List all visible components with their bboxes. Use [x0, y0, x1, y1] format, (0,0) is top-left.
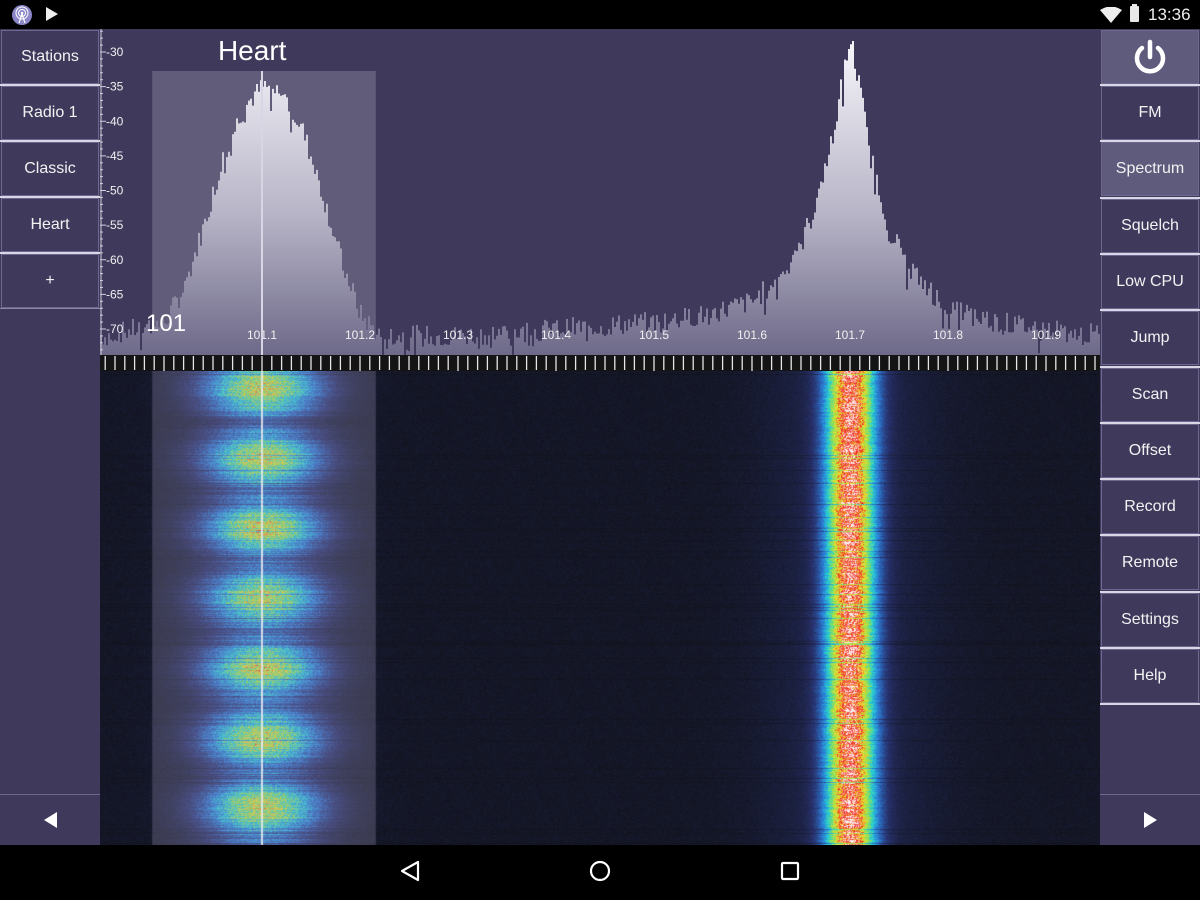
- station-panel: Stations Radio 1 Classic Heart +: [0, 29, 100, 845]
- next-button[interactable]: [1100, 794, 1200, 845]
- y-tick-label: -50: [106, 184, 124, 198]
- divider: [1100, 309, 1200, 312]
- x-tick-label: 101.6: [737, 328, 767, 342]
- spectrum-view[interactable]: -30-35-40-45-50-55-60-65-70 101.1101.210…: [100, 29, 1100, 355]
- divider: [1100, 534, 1200, 537]
- station-radio-1[interactable]: Radio 1: [1, 86, 99, 140]
- band-label: 101: [146, 310, 186, 337]
- control-panel: FM Spectrum Squelch Low CPU Jump Scan Offset Re…: [1100, 29, 1200, 845]
- divider: [0, 196, 100, 198]
- button-spectrum[interactable]: Spectrum: [1101, 142, 1199, 197]
- power-icon: [1134, 39, 1166, 74]
- divider: [1100, 703, 1200, 706]
- x-tick-label: 101.7: [835, 328, 865, 342]
- frequency-ruler[interactable]: [100, 355, 1100, 385]
- power-button[interactable]: [1101, 30, 1199, 84]
- battery-icon: [1130, 4, 1139, 22]
- divider: [1100, 365, 1200, 368]
- divider: [1100, 252, 1200, 255]
- station-heart[interactable]: Heart: [1, 198, 99, 252]
- arrow-right-icon: [1143, 812, 1157, 828]
- button-help[interactable]: Help: [1101, 649, 1199, 703]
- button-remote[interactable]: Remote: [1101, 536, 1199, 591]
- y-axis: -30 -35 -40 -45 -50 -55 -60 -65 -70: [100, 29, 124, 355]
- radio-tower-icon: [12, 5, 32, 25]
- y-tick-label: -70: [106, 322, 124, 336]
- station-classic[interactable]: Classic: [1, 142, 99, 196]
- divider: [0, 140, 100, 142]
- divider: [0, 84, 100, 86]
- x-tick-label: 101.5: [639, 328, 669, 342]
- button-jump[interactable]: Jump: [1101, 311, 1199, 366]
- divider: [1100, 140, 1200, 143]
- station-name-label: Heart: [218, 35, 287, 66]
- y-tick-label: -45: [106, 149, 124, 163]
- divider: [1100, 647, 1200, 649]
- x-axis-labels: 101.1101.2101.3101.4101.5101.6101.7101.8…: [247, 328, 1061, 342]
- button-record[interactable]: Record: [1101, 480, 1199, 535]
- recents-square-icon[interactable]: [779, 859, 801, 883]
- button-squelch[interactable]: Squelch: [1101, 198, 1199, 253]
- divider: [1100, 478, 1200, 481]
- y-tick-label: -65: [106, 287, 124, 301]
- button-offset[interactable]: Offset: [1101, 423, 1199, 478]
- spectrum-chart[interactable]: -30-35-40-45-50-55-60-65-70 101.1101.210…: [100, 29, 1100, 355]
- y-tick-label: -40: [106, 114, 124, 128]
- y-tick-label: -55: [106, 218, 124, 232]
- x-tick-label: 101.2: [345, 328, 375, 342]
- clock: 13:36: [1148, 5, 1191, 24]
- divider: [0, 252, 100, 254]
- divider: [0, 308, 100, 309]
- y-tick-label: -60: [106, 253, 124, 267]
- play-icon: [46, 7, 58, 21]
- button-low-cpu[interactable]: Low CPU: [1101, 254, 1199, 309]
- button-scan[interactable]: Scan: [1101, 367, 1199, 422]
- x-tick-label: 101.4: [541, 328, 571, 342]
- home-circle-icon[interactable]: [588, 859, 612, 883]
- button-fm[interactable]: FM: [1101, 86, 1199, 140]
- navigation-bar: [0, 845, 1200, 900]
- arrow-left-icon: [43, 812, 57, 828]
- button-settings[interactable]: Settings: [1101, 592, 1199, 647]
- divider: [1100, 196, 1200, 199]
- prev-button[interactable]: [0, 794, 100, 845]
- x-tick-label: 101.8: [933, 328, 963, 342]
- x-tick-label: 101.9: [1031, 328, 1061, 342]
- waterfall-view[interactable]: [100, 371, 1100, 845]
- divider: [1100, 84, 1200, 86]
- divider: [1100, 421, 1200, 424]
- waterfall-canvas[interactable]: [100, 371, 1100, 845]
- back-triangle-icon[interactable]: [399, 859, 421, 883]
- add-station-button[interactable]: +: [1, 254, 99, 308]
- x-tick-label: 101.3: [443, 328, 473, 342]
- wifi-icon: [1100, 7, 1122, 23]
- stations-button[interactable]: Stations: [1, 30, 99, 84]
- status-bar: 13:36: [0, 0, 1200, 29]
- y-tick-label: -30: [106, 45, 124, 59]
- y-tick-label: -35: [106, 80, 124, 94]
- divider: [1100, 590, 1200, 593]
